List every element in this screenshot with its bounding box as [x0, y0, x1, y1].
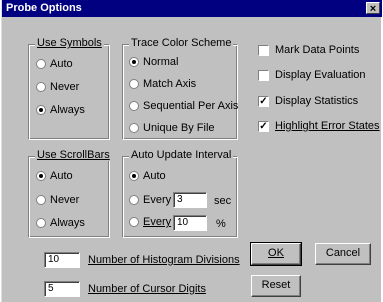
- title-bar[interactable]: Probe Options ×: [2, 0, 382, 17]
- checkbox-box: [258, 44, 269, 56]
- checkbox-box: ✓: [258, 95, 269, 107]
- trace-match-axis-radio[interactable]: Match Axis: [129, 78, 196, 90]
- update-seconds-input[interactable]: 3: [173, 192, 207, 208]
- use-scrollbars-always-radio[interactable]: Always: [36, 217, 85, 229]
- display-statistics-checkbox[interactable]: ✓ Display Statistics: [258, 95, 358, 107]
- use-scrollbars-never-radio[interactable]: Never: [36, 194, 79, 206]
- radio-indicator: [36, 218, 46, 228]
- trace-unique-by-file-radio[interactable]: Unique By File: [129, 122, 215, 134]
- use-symbols-auto-radio[interactable]: Auto: [36, 58, 73, 70]
- auto-update-interval-group: Auto Update Interval Auto Every 3 sec Ev…: [122, 149, 238, 238]
- update-every-sec-radio[interactable]: Every: [129, 194, 171, 206]
- seconds-unit-label: sec: [214, 195, 232, 207]
- trace-normal-radio[interactable]: Normal: [129, 56, 178, 68]
- highlight-error-states-checkbox[interactable]: ✓ Highlight Error States: [258, 120, 380, 132]
- use-symbols-group: Use Symbols Auto Never Always: [28, 37, 110, 140]
- histogram-divisions-label: Number of Histogram Divisions: [88, 254, 240, 266]
- use-scrollbars-legend: Use ScrollBars: [35, 149, 112, 161]
- use-scrollbars-group: Use ScrollBars Auto Never Always: [28, 149, 112, 238]
- close-icon[interactable]: ×: [366, 2, 380, 15]
- use-scrollbars-auto-radio[interactable]: Auto: [36, 170, 73, 182]
- radio-indicator: [129, 123, 139, 133]
- checkbox-box: [258, 69, 269, 81]
- radio-indicator: [129, 57, 139, 67]
- radio-indicator: [36, 171, 46, 181]
- update-percent-input[interactable]: 10: [173, 215, 207, 231]
- radio-indicator: [36, 195, 46, 205]
- use-symbols-always-radio[interactable]: Always: [36, 104, 85, 116]
- histogram-divisions-input[interactable]: 10: [44, 252, 80, 268]
- radio-indicator: [129, 217, 139, 227]
- radio-indicator: [129, 79, 139, 89]
- auto-update-interval-legend: Auto Update Interval: [129, 149, 234, 161]
- display-evaluation-checkbox[interactable]: Display Evaluation: [258, 69, 366, 81]
- update-every-percent-radio[interactable]: Every: [129, 216, 171, 228]
- radio-indicator: [36, 105, 46, 115]
- trace-color-scheme-legend: Trace Color Scheme: [129, 37, 234, 49]
- radio-indicator: [129, 101, 139, 111]
- radio-indicator: [129, 171, 139, 181]
- ok-button[interactable]: OK: [250, 242, 302, 266]
- radio-indicator: [129, 195, 139, 205]
- mark-data-points-checkbox[interactable]: Mark Data Points: [258, 44, 359, 56]
- radio-indicator: [36, 59, 46, 69]
- cancel-button[interactable]: Cancel: [315, 243, 371, 265]
- checkbox-box: ✓: [258, 120, 269, 132]
- window-title: Probe Options: [6, 2, 82, 14]
- radio-indicator: [36, 82, 46, 92]
- cursor-digits-label: Number of Cursor Digits: [88, 283, 206, 295]
- update-auto-radio[interactable]: Auto: [129, 170, 166, 182]
- probe-options-dialog: Probe Options × Use Symbols Auto Never A…: [1, 0, 382, 302]
- trace-sequential-per-axis-radio[interactable]: Sequential Per Axis: [129, 100, 238, 112]
- trace-color-scheme-group: Trace Color Scheme Normal Match Axis Seq…: [122, 37, 238, 140]
- use-symbols-never-radio[interactable]: Never: [36, 81, 79, 93]
- cursor-digits-input[interactable]: 5: [44, 281, 80, 297]
- use-symbols-legend: Use Symbols: [35, 37, 104, 49]
- percent-unit-label: %: [216, 218, 226, 230]
- reset-button[interactable]: Reset: [251, 275, 301, 297]
